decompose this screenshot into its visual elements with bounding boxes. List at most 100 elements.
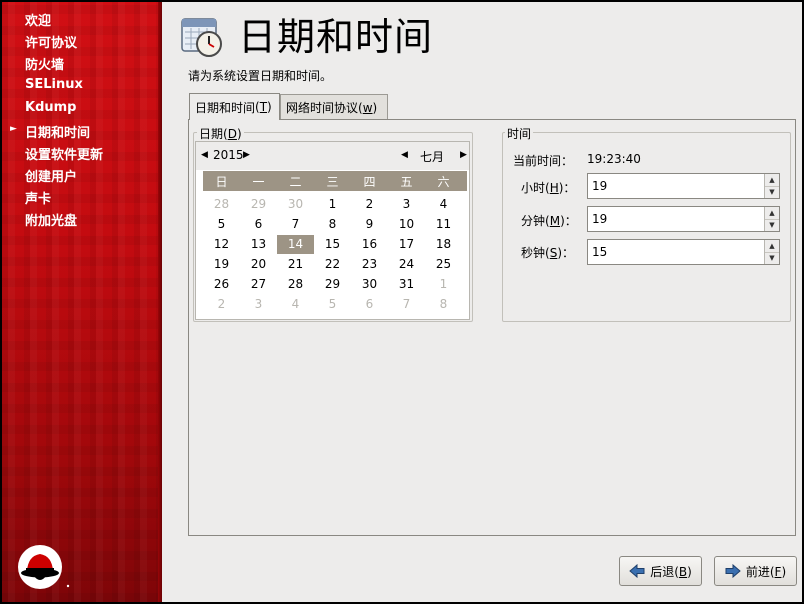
calendar-day[interactable]: 18 xyxy=(425,235,462,254)
hour-increment-icon[interactable]: ▲ xyxy=(765,174,779,186)
calendar-day[interactable]: 25 xyxy=(425,255,462,274)
calendar-day[interactable]: 20 xyxy=(240,255,277,274)
second-input[interactable] xyxy=(588,240,764,264)
prev-year-arrow-icon[interactable]: ◀ xyxy=(201,150,208,160)
tab-ntp[interactable]: 网络时间协议(w) xyxy=(280,94,388,120)
calendar-day[interactable]: 2 xyxy=(203,295,240,314)
calendar-day[interactable]: 16 xyxy=(351,235,388,254)
calendar-day[interactable]: 10 xyxy=(388,215,425,234)
hour-spinbox[interactable]: ▲ ▼ xyxy=(587,173,780,199)
sidebar-step-sound-card: 声卡 xyxy=(25,192,52,207)
calendar-day[interactable]: 28 xyxy=(277,275,314,294)
calendar-day[interactable]: 7 xyxy=(277,215,314,234)
tab-ntp-mnemonic: w xyxy=(362,100,373,115)
minute-spinbox[interactable]: ▲ ▼ xyxy=(587,206,780,232)
calendar-year: 2015 xyxy=(213,148,244,162)
minute-mnemonic: M xyxy=(549,214,561,228)
sidebar-step-datetime: 日期和时间 xyxy=(25,126,91,141)
sidebar-step-selinux: SELinux xyxy=(25,77,83,92)
calendar-day[interactable]: 29 xyxy=(314,275,351,294)
calendar-day[interactable]: 31 xyxy=(388,275,425,294)
second-decrement-icon[interactable]: ▼ xyxy=(765,252,779,263)
calendar-day[interactable]: 30 xyxy=(351,275,388,294)
minute-input[interactable] xyxy=(588,207,764,231)
calendar-day[interactable]: 17 xyxy=(388,235,425,254)
current-step-arrow-icon: ► xyxy=(10,124,17,134)
calendar-header: ◀ 2015 ▶ ◀ 七月 ▶ xyxy=(196,142,469,170)
hour-decrement-icon[interactable]: ▼ xyxy=(765,186,779,197)
minute-spin-buttons: ▲ ▼ xyxy=(764,207,779,231)
sidebar-step-additional-cd: 附加光盘 xyxy=(25,214,78,229)
weekday-mon: 一 xyxy=(252,175,265,189)
weekday-tue: 二 xyxy=(289,175,302,189)
calendar-day[interactable]: 27 xyxy=(240,275,277,294)
sidebar: 欢迎 许可协议 防火墙 SELinux Kdump ► 日期和时间 设置软件更新… xyxy=(2,2,162,602)
minute-increment-icon[interactable]: ▲ xyxy=(765,207,779,219)
calendar-day[interactable]: 6 xyxy=(351,295,388,314)
calendar-day[interactable]: 2 xyxy=(351,195,388,214)
calendar-day[interactable]: 13 xyxy=(240,235,277,254)
calendar-day[interactable]: 1 xyxy=(425,275,462,294)
next-button-label: 前进 xyxy=(745,564,770,579)
calendar-day[interactable]: 21 xyxy=(277,255,314,274)
calendar-day[interactable]: 8 xyxy=(425,295,462,314)
calendar-day[interactable]: 24 xyxy=(388,255,425,274)
calendar-day[interactable]: 5 xyxy=(314,295,351,314)
second-label-text: 秒钟 xyxy=(521,246,546,260)
prev-month-arrow-icon[interactable]: ◀ xyxy=(401,150,408,160)
calendar-day-selected[interactable]: 14 xyxy=(277,235,314,254)
weekday-header-row: 日 一 二 三 四 五 六 xyxy=(203,171,467,191)
sidebar-step-create-user: 创建用户 xyxy=(25,170,78,185)
calendar-day[interactable]: 4 xyxy=(277,295,314,314)
hour-mnemonic: H xyxy=(549,181,559,195)
calendar-day[interactable]: 30 xyxy=(277,195,314,214)
calendar-day[interactable]: 3 xyxy=(240,295,277,314)
back-arrow-icon xyxy=(629,564,645,578)
calendar-clock-icon xyxy=(181,18,222,57)
date-group-label: 日期(D) xyxy=(197,125,244,142)
calendar-day[interactable]: 11 xyxy=(425,215,462,234)
time-group-label: 时间 xyxy=(505,125,534,142)
minute-label: 分钟(M)： xyxy=(521,214,577,228)
hour-input[interactable] xyxy=(588,174,764,198)
calendar-day[interactable]: 29 xyxy=(240,195,277,214)
calendar-day[interactable]: 23 xyxy=(351,255,388,274)
calendar-day[interactable]: 1 xyxy=(314,195,351,214)
tab-date-time[interactable]: 日期和时间(T) xyxy=(189,93,280,120)
sidebar-step-license: 许可协议 xyxy=(25,36,78,51)
current-time-value: 19:23:40 xyxy=(587,152,641,166)
window: 欢迎 许可协议 防火墙 SELinux Kdump ► 日期和时间 设置软件更新… xyxy=(2,2,802,602)
back-button-label: 后退 xyxy=(650,564,675,579)
calendar-day[interactable]: 28 xyxy=(203,195,240,214)
tab-date-time-label: 日期和时间 xyxy=(195,100,256,115)
next-year-arrow-icon[interactable]: ▶ xyxy=(243,150,250,160)
sidebar-texture xyxy=(2,2,162,602)
calendar-day[interactable]: 26 xyxy=(203,275,240,294)
hour-label-text: 小时 xyxy=(521,181,546,195)
forward-arrow-icon xyxy=(725,564,741,578)
calendar-day[interactable]: 22 xyxy=(314,255,351,274)
calendar-day[interactable]: 4 xyxy=(425,195,462,214)
date-group-title: 日期 xyxy=(199,127,224,141)
back-button[interactable]: 后退(B) xyxy=(619,556,702,586)
second-spin-buttons: ▲ ▼ xyxy=(764,240,779,264)
tab-ntp-label: 网络时间协议 xyxy=(286,101,359,115)
calendar-day[interactable]: 6 xyxy=(240,215,277,234)
calendar-day[interactable]: 19 xyxy=(203,255,240,274)
calendar-day[interactable]: 8 xyxy=(314,215,351,234)
minute-decrement-icon[interactable]: ▼ xyxy=(765,219,779,230)
calendar-day[interactable]: 12 xyxy=(203,235,240,254)
calendar-day[interactable]: 15 xyxy=(314,235,351,254)
weekday-fri: 五 xyxy=(400,175,413,189)
calendar-day[interactable]: 5 xyxy=(203,215,240,234)
weekday-sat: 六 xyxy=(437,175,450,189)
next-month-arrow-icon[interactable]: ▶ xyxy=(460,150,467,160)
calendar-day[interactable]: 7 xyxy=(388,295,425,314)
second-increment-icon[interactable]: ▲ xyxy=(765,240,779,252)
page-title: 日期和时间 xyxy=(238,15,434,59)
calendar-day[interactable]: 3 xyxy=(388,195,425,214)
second-spinbox[interactable]: ▲ ▼ xyxy=(587,239,780,265)
calendar-day[interactable]: 9 xyxy=(351,215,388,234)
back-button-mnemonic: B xyxy=(678,564,688,579)
next-button[interactable]: 前进(F) xyxy=(714,556,797,586)
